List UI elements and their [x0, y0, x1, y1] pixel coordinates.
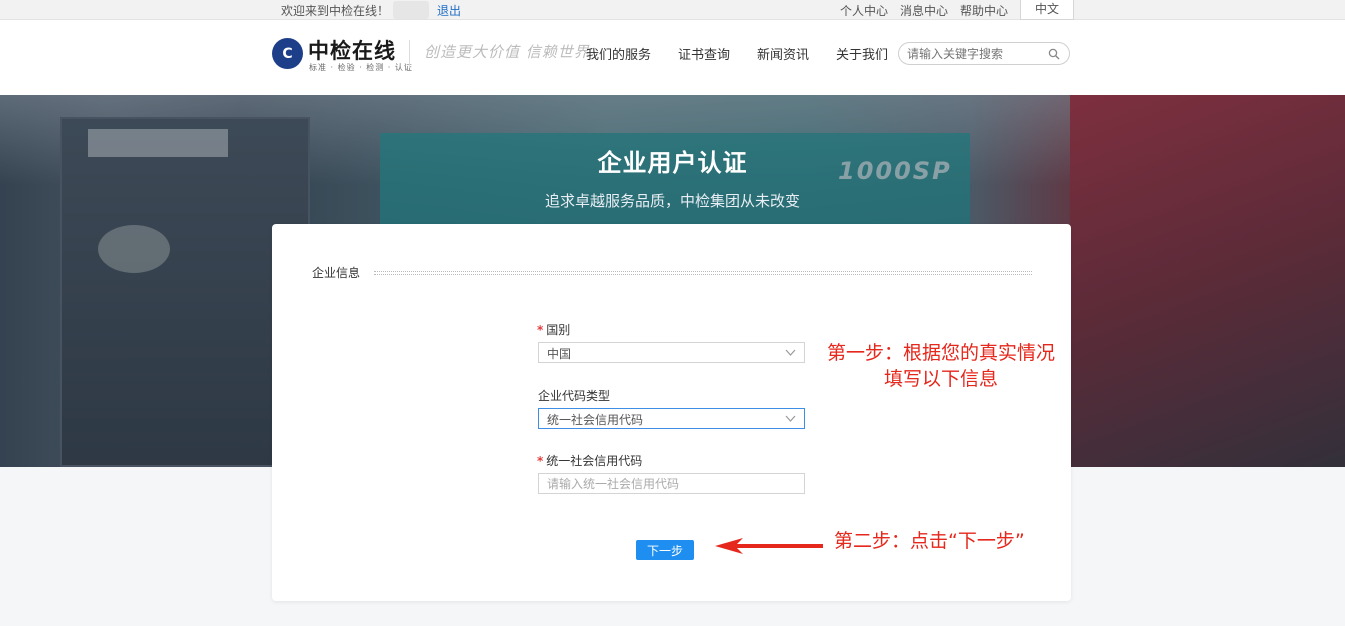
page-title: 企业用户认证 [597, 149, 748, 177]
required-mark: * [537, 454, 544, 468]
top-utility-bar: 欢迎来到中检在线！ 退出 个人中心 消息中心 帮助中心 中文 [0, 0, 1345, 20]
step1-annotation: 第一步：根据您的真实情况 填写以下信息 [812, 340, 1070, 392]
nav-item-certificate-query[interactable]: 证书查询 [678, 44, 730, 63]
main-nav: 我们的服务 证书查询 新闻资讯 关于我们 [586, 44, 888, 63]
language-switch[interactable]: 中文 [1020, 0, 1074, 20]
slogan: 创造更大价值 信赖世界 [424, 43, 590, 61]
logo-text[interactable]: 中检在线 [308, 35, 396, 65]
credit-code-input[interactable] [538, 473, 805, 494]
section-title: 企业信息 [312, 266, 361, 280]
top-links: 个人中心 消息中心 帮助中心 [840, 2, 1008, 19]
nav-item-about[interactable]: 关于我们 [836, 44, 888, 63]
personal-center-link[interactable]: 个人中心 [840, 2, 888, 19]
search-input[interactable] [907, 46, 1047, 62]
country-label-text: 国别 [546, 323, 571, 337]
search-box [898, 42, 1070, 65]
chevron-down-icon [785, 415, 796, 422]
nav-item-services[interactable]: 我们的服务 [586, 44, 651, 63]
logo-subtitle: 标准 · 检验 · 检测 · 认证 [309, 63, 413, 72]
country-select[interactable]: 中国 [538, 342, 805, 363]
logo-divider [409, 40, 410, 68]
credit-code-label-text: 统一社会信用代码 [546, 454, 643, 468]
welcome-text: 欢迎来到中检在线！ [281, 4, 390, 18]
next-step-button[interactable]: 下一步 [636, 540, 694, 560]
country-label: * 国别 [537, 321, 570, 338]
step2-annotation: 第二步：点击“下一步” [834, 530, 1025, 552]
search-icon[interactable] [1048, 48, 1060, 60]
required-mark: * [537, 323, 544, 337]
chevron-down-icon [785, 349, 796, 356]
code-type-label: 企业代码类型 [538, 389, 611, 403]
message-center-link[interactable]: 消息中心 [900, 2, 948, 19]
section-divider [374, 271, 1032, 275]
help-center-link[interactable]: 帮助中心 [960, 2, 1008, 19]
country-select-value: 中国 [547, 347, 572, 361]
site-header: C 中检在线 标准 · 检验 · 检测 · 认证 创造更大价值 信赖世界 我们的… [0, 20, 1345, 95]
code-type-select[interactable]: 统一社会信用代码 [538, 408, 805, 429]
username-blurred [393, 1, 429, 19]
nav-item-news[interactable]: 新闻资讯 [757, 44, 809, 63]
credit-code-label: * 统一社会信用代码 [537, 452, 642, 469]
step1-annotation-line2: 填写以下信息 [883, 368, 998, 390]
page-subtitle: 追求卓越服务品质，中检集团从未改变 [544, 192, 800, 210]
code-type-select-value: 统一社会信用代码 [547, 413, 644, 427]
step1-annotation-line1: 第一步：根据您的真实情况 [826, 342, 1055, 364]
annotation-arrow-icon [715, 538, 823, 554]
logout-link[interactable]: 退出 [437, 2, 461, 19]
logo-icon[interactable]: C [272, 38, 303, 69]
